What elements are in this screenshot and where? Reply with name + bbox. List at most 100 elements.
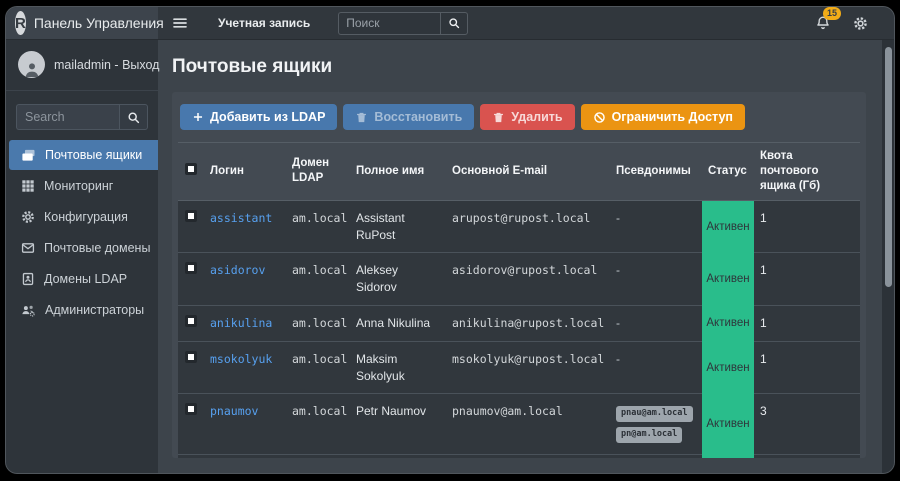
row-checkbox[interactable] — [185, 262, 197, 274]
full-name-cell: Sergey Petrov — [350, 455, 446, 458]
sidebar-nav: Почтовые ящики Мониторинг Конфигурация П… — [6, 140, 158, 325]
plus-icon — [192, 111, 204, 123]
sidebar-item-administrators[interactable]: Администраторы — [9, 295, 158, 325]
login-link[interactable]: assistant — [210, 211, 272, 225]
quota-cell: 3 — [754, 394, 860, 455]
sidebar-item-monitoring[interactable]: Мониторинг — [9, 171, 158, 201]
login-link[interactable]: pnaumov — [210, 404, 258, 418]
select-all-checkbox[interactable] — [185, 163, 197, 175]
quota-cell: 1 — [754, 253, 860, 306]
sidebar-toggle-button[interactable] — [172, 15, 188, 31]
gear-icon — [853, 16, 868, 31]
sidebar-search-button[interactable] — [119, 104, 148, 130]
search-icon — [127, 111, 140, 124]
login-cell: spetrov — [204, 455, 286, 458]
notifications-button[interactable]: 15 — [815, 15, 831, 31]
settings-button[interactable] — [853, 16, 868, 31]
full-name-cell: Anna Nikulina — [350, 306, 446, 342]
add-from-ldap-button[interactable]: Добавить из LDAP — [180, 104, 337, 130]
quota-cell: 1 — [754, 200, 860, 253]
restore-button[interactable]: Восстановить — [343, 104, 474, 130]
sidebar-search — [16, 104, 148, 130]
full-name-cell: Aleksey Sidorov — [350, 253, 446, 306]
id-card-icon — [21, 272, 35, 286]
body-row: mailadmin - Выход Почтовые ящики Монитор… — [6, 40, 894, 473]
login-cell: assistant — [204, 200, 286, 253]
header-status[interactable]: Статус — [702, 143, 754, 201]
sidebar-item-label: Почтовые ящики — [45, 148, 142, 162]
domain-cell: am.local — [286, 306, 350, 342]
aliases-cell: - — [610, 306, 702, 342]
sidebar-item-ldap-domains[interactable]: Домены LDAP — [9, 264, 158, 294]
logout-link[interactable]: mailadmin - Выход — [54, 58, 159, 72]
full-name-cell: Maksim Sokolyuk — [350, 341, 446, 394]
table-row: spetrovam.localSergey Petrovspetrov@rupo… — [178, 455, 860, 458]
table-row: assistantam.localAssistant RuPostarupost… — [178, 200, 860, 253]
login-cell: asidorov — [204, 253, 286, 306]
brand[interactable]: R Панель Управления — [6, 7, 158, 39]
trash-icon — [492, 111, 505, 124]
delete-button[interactable]: Удалить — [480, 104, 574, 130]
table-row: pnaumov am.localPetr Naumovpnaumov@am.loc… — [178, 394, 860, 455]
row-select-cell — [178, 394, 204, 455]
aliases-cell: - — [610, 455, 702, 458]
search-icon — [448, 17, 460, 29]
login-link[interactable]: asidorov — [210, 263, 265, 277]
topbar-search-input[interactable] — [338, 12, 440, 35]
row-checkbox[interactable] — [185, 210, 197, 222]
notifications-count-badge: 15 — [823, 7, 841, 20]
restrict-access-label: Ограничить Доступ — [612, 110, 733, 124]
domain-cell: am.local — [286, 455, 350, 458]
mailbox-table-body: assistantam.localAssistant RuPostarupost… — [178, 200, 860, 458]
sidebar-item-mailboxes[interactable]: Почтовые ящики — [9, 140, 158, 170]
sidebar-item-label: Почтовые домены — [44, 241, 150, 255]
quota-cell: 2 — [754, 455, 860, 458]
header-login[interactable]: Логин — [204, 143, 286, 201]
full-name-cell: Petr Naumov — [350, 394, 446, 455]
status-cell: Активен — [702, 394, 754, 455]
scrollbar-track[interactable] — [882, 40, 894, 473]
person-icon — [23, 60, 41, 78]
status-cell: Активен — [702, 306, 754, 342]
app-window: R Панель Управления Учетная запись 15 ma… — [6, 7, 894, 473]
row-select-cell — [178, 455, 204, 458]
row-checkbox[interactable] — [185, 351, 197, 363]
account-menu-item[interactable]: Учетная запись — [218, 16, 310, 30]
header-aliases[interactable]: Псевдонимы — [610, 143, 702, 201]
status-cell: Активен — [702, 455, 754, 458]
login-cell: msokolyuk — [204, 341, 286, 394]
sidebar-search-input[interactable] — [16, 104, 119, 130]
header-ldap-domain[interactable]: Домен LDAP — [286, 143, 350, 201]
delete-label: Удалить — [511, 110, 562, 124]
select-all-cell — [178, 143, 204, 201]
header-full-name[interactable]: Полное имя — [350, 143, 446, 201]
sidebar-item-label: Домены LDAP — [44, 272, 127, 286]
page-title: Почтовые ящики — [172, 56, 894, 78]
row-checkbox[interactable] — [185, 315, 197, 327]
login-link[interactable]: anikulina — [210, 316, 272, 330]
restrict-access-button[interactable]: Ограничить Доступ — [581, 104, 745, 130]
topbar: R Панель Управления Учетная запись 15 — [6, 7, 894, 40]
login-cell: anikulina — [204, 306, 286, 342]
row-checkbox[interactable] — [185, 403, 197, 415]
table-row: anikulinaam.localAnna Nikulinaanikulina@… — [178, 306, 860, 342]
topbar-search-button[interactable] — [440, 12, 468, 35]
status-cell: Активен — [702, 341, 754, 394]
sidebar-item-configuration[interactable]: Конфигурация — [9, 202, 158, 232]
header-quota[interactable]: Квота почтового ящика (Гб) — [754, 143, 860, 201]
envelope-icon — [21, 241, 35, 255]
mailboxes-icon — [21, 148, 36, 163]
email-cell: msokolyuk@rupost.local — [446, 341, 610, 394]
login-link[interactable]: msokolyuk — [210, 352, 272, 366]
status-cell: Активен — [702, 200, 754, 253]
scrollbar-thumb[interactable] — [885, 47, 892, 287]
header-primary-email[interactable]: Основной E-mail — [446, 143, 610, 201]
sidebar-item-mail-domains[interactable]: Почтовые домены — [9, 233, 158, 263]
brand-title: Панель Управления — [34, 15, 164, 31]
email-cell: pnaumov@am.local — [446, 394, 610, 455]
main-content: Почтовые ящики Добавить из LDAP Восстано… — [158, 40, 894, 473]
aliases-cell: - — [610, 253, 702, 306]
email-cell: asidorov@rupost.local — [446, 253, 610, 306]
aliases-cell: pnau@am.localpn@am.local — [610, 394, 702, 455]
domain-cell: am.local — [286, 341, 350, 394]
